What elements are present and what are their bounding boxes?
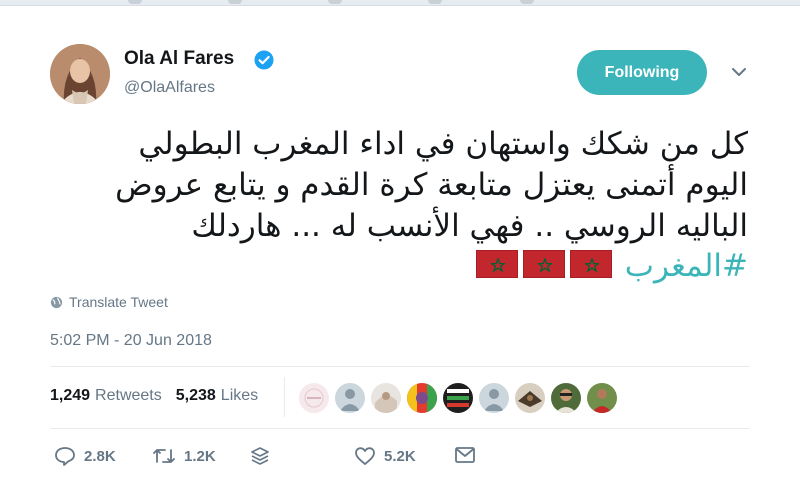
divider	[50, 428, 750, 429]
tweet-stats: 1,249 Retweets 5,238 Likes	[50, 387, 272, 405]
tweet-text-line: كل من شكك واستهان في اداء المغرب البطولي	[138, 126, 748, 162]
liker-avatar[interactable]	[514, 382, 546, 414]
liker-avatar[interactable]	[370, 382, 402, 414]
liker-avatar[interactable]	[586, 382, 618, 414]
morocco-flag-icon	[476, 250, 518, 278]
author-name[interactable]: Ola Al Fares	[124, 48, 234, 70]
top-icon	[328, 0, 342, 4]
buffer-button[interactable]	[250, 446, 278, 466]
retweets-label: Retweets	[95, 387, 162, 404]
liker-avatar[interactable]	[442, 382, 474, 414]
liker-avatar[interactable]	[334, 382, 366, 414]
liker-avatar[interactable]	[478, 382, 510, 414]
like-button[interactable]: 5.2K	[354, 446, 416, 466]
reply-icon	[55, 447, 75, 466]
tweet-text-line: اليوم أتمنى يعتزل متابعة كرة القدم و يتا…	[115, 167, 748, 203]
top-icon	[128, 0, 142, 4]
likes-count: 5,238	[175, 387, 216, 404]
like-count: 5.2K	[384, 447, 416, 465]
divider	[284, 377, 285, 417]
author-avatar[interactable]	[50, 44, 110, 104]
tweet-actions: 2.8K 1.2K 5.2K	[0, 440, 800, 476]
retweets-stat[interactable]: 1,249 Retweets	[50, 387, 162, 405]
globe-icon	[50, 296, 63, 308]
tweet-timestamp[interactable]: 5:02 PM - 20 Jun 2018	[50, 332, 212, 350]
chevron-down-icon[interactable]	[731, 66, 747, 78]
top-icon	[520, 0, 534, 4]
following-button[interactable]: Following	[577, 50, 707, 95]
verified-badge-icon	[254, 50, 274, 70]
retweets-count: 1,249	[50, 387, 91, 404]
tweet-text: كل من شكك واستهان في اداء المغرب البطولي…	[48, 124, 748, 247]
layers-icon	[251, 447, 269, 465]
liker-avatar[interactable]	[550, 382, 582, 414]
top-icon	[228, 0, 242, 4]
envelope-icon	[455, 447, 475, 463]
reply-count: 2.8K	[84, 447, 116, 465]
morocco-flag-icon	[523, 250, 565, 278]
liker-avatar[interactable]	[298, 382, 330, 414]
tweet-text-line: الباليه الروسي .. فهي الأنسب له ... هارد…	[191, 208, 748, 244]
likes-label: Likes	[220, 387, 259, 404]
direct-message-button[interactable]	[454, 446, 484, 464]
hashtag-link[interactable]: #المغرب	[625, 246, 748, 286]
retweet-count: 1.2K	[184, 447, 216, 465]
liker-avatar[interactable]	[406, 382, 438, 414]
retweet-button[interactable]: 1.2K	[152, 446, 216, 466]
morocco-flag-icon	[570, 250, 612, 278]
hashtag-line: #المغرب	[472, 246, 748, 286]
author-handle[interactable]: @OlaAlfares	[124, 79, 215, 97]
browser-top-strip	[0, 0, 800, 6]
translate-tweet-label[interactable]: Translate Tweet	[69, 294, 168, 310]
reply-button[interactable]: 2.8K	[54, 446, 116, 466]
retweet-icon	[153, 449, 175, 463]
heart-icon	[355, 447, 375, 465]
translate-tweet-link[interactable]: Translate Tweet	[50, 294, 168, 310]
top-icon	[428, 0, 442, 4]
divider	[50, 366, 750, 367]
likes-stat[interactable]: 5,238 Likes	[176, 387, 258, 405]
